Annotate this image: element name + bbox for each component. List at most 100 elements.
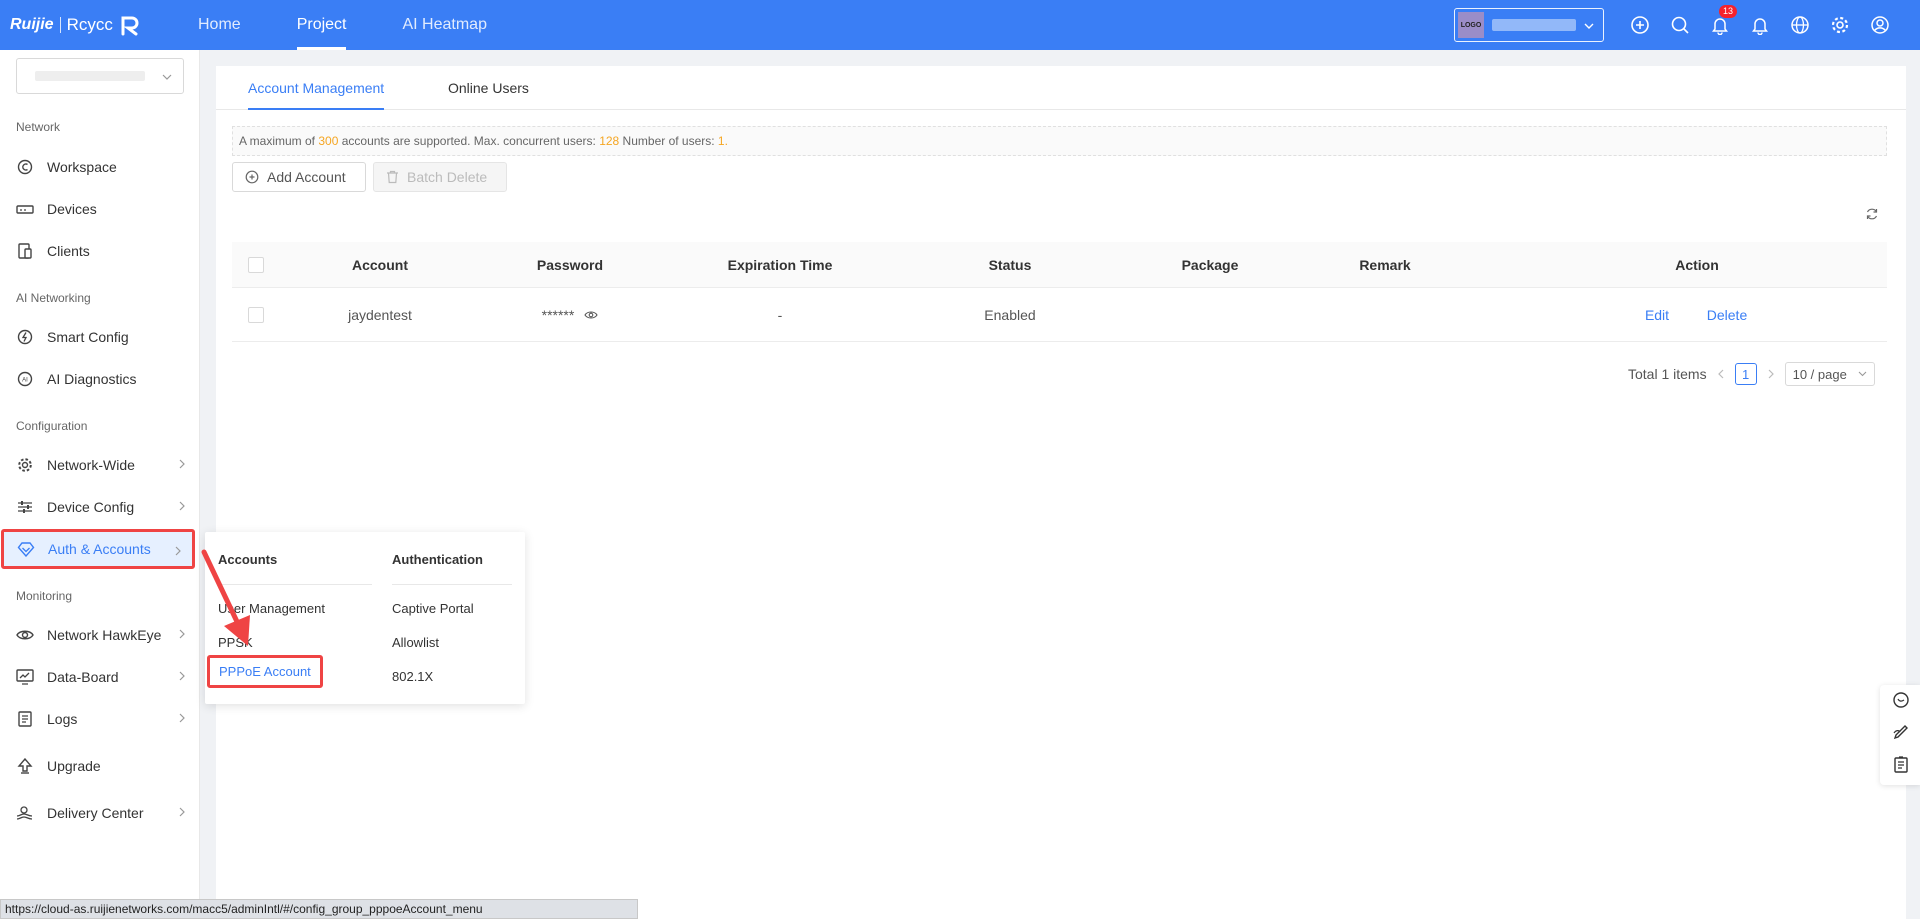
upgrade-icon <box>16 757 34 775</box>
nav-home[interactable]: Home <box>170 0 269 50</box>
clipboard-icon[interactable] <box>1892 755 1910 773</box>
page-size-select[interactable]: 10 / page <box>1784 362 1875 386</box>
add-icon[interactable] <box>1628 13 1652 37</box>
sidebar-item-auth-accounts[interactable]: Auth & Accounts <box>1 529 195 569</box>
header-icons: 13 <box>1628 5 1892 37</box>
browser-status-url: https://cloud-as.ruijienetworks.com/macc… <box>0 899 638 919</box>
col-account[interactable]: Account <box>280 242 480 287</box>
edit-link[interactable]: Edit <box>1645 307 1669 323</box>
menu-captive-portal[interactable]: Captive Portal <box>392 601 474 616</box>
notice-text: A maximum of <box>239 134 319 148</box>
sidebar-item-workspace[interactable]: Workspace <box>0 147 196 187</box>
sidebar-item-delivery-center[interactable]: Delivery Center <box>0 793 196 833</box>
select-all-checkbox[interactable] <box>248 256 264 273</box>
sidebar-item-device-config[interactable]: Device Config <box>0 487 196 527</box>
row-select-cell <box>232 288 280 341</box>
brand-name: Ruijie <box>10 16 54 33</box>
chat-icon[interactable] <box>1892 691 1910 709</box>
dashboard-icon <box>16 668 34 686</box>
feedback-icon[interactable] <box>1892 723 1910 741</box>
col-status: Status <box>988 256 1032 273</box>
sidebar-item-network-wide[interactable]: Network-Wide <box>0 445 196 485</box>
masked-password: ****** <box>541 306 575 323</box>
notification-badge: 13 <box>1719 5 1738 18</box>
menu-802-1x[interactable]: 802.1X <box>392 669 433 684</box>
menu-allowlist[interactable]: Allowlist <box>392 635 439 650</box>
col-password: Password <box>536 256 604 273</box>
sidebar-item-label: Logs <box>47 711 78 727</box>
section-configuration: Configuration <box>16 419 88 433</box>
tab-bar: Account Management Online Users <box>216 66 1906 110</box>
globe-icon[interactable] <box>1788 13 1812 37</box>
chevron-down-icon <box>161 71 173 83</box>
sidebar: Network Workspace Devices Clients AI Net… <box>0 50 200 919</box>
sidebar-item-devices[interactable]: Devices <box>0 189 196 229</box>
prev-page-icon[interactable] <box>1717 369 1725 379</box>
sidebar-item-label: Auth & Accounts <box>48 541 151 557</box>
chevron-down-icon <box>1583 20 1595 32</box>
cell-action-edit: Edit <box>1622 288 1692 341</box>
sidebar-item-label: Workspace <box>47 159 117 175</box>
sidebar-item-label: AI Diagnostics <box>47 371 137 387</box>
brand-divider <box>59 17 61 33</box>
next-page-icon[interactable] <box>1767 369 1775 379</box>
cell-remark <box>1300 288 1470 341</box>
notice-period: . <box>724 134 728 148</box>
svg-text:AI: AI <box>22 378 28 384</box>
delete-link[interactable]: Delete <box>1707 307 1747 323</box>
chevron-right-icon <box>178 629 186 639</box>
sidebar-item-label: Upgrade <box>47 758 101 774</box>
chevron-right-icon <box>174 546 182 556</box>
sidebar-item-label: Smart Config <box>47 329 129 345</box>
eye-icon <box>16 626 34 644</box>
col-package: Package <box>1181 256 1239 273</box>
sidebar-item-clients[interactable]: Clients <box>0 231 196 271</box>
col-expiration-time[interactable]: Expiration Time <box>660 242 900 287</box>
tab-online-users[interactable]: Online Users <box>448 66 529 110</box>
brand-logo[interactable]: Ruijie Rcycc <box>10 12 143 38</box>
sidebar-item-label: Clients <box>47 243 90 259</box>
users-count-value: 1 <box>717 134 725 148</box>
chevron-right-icon <box>178 713 186 723</box>
nav-ai-heatmap[interactable]: AI Heatmap <box>374 0 514 50</box>
user-account-icon[interactable] <box>1868 13 1892 37</box>
notification-bell-icon[interactable]: 13 <box>1708 5 1738 37</box>
alert-bell-icon[interactable] <box>1748 13 1772 37</box>
tenant-logo: LOGO <box>1458 12 1484 38</box>
sidebar-item-label: Network HawkEye <box>47 627 162 643</box>
sidebar-item-data-board[interactable]: Data-Board <box>0 657 196 697</box>
sidebar-item-smart-config[interactable]: Smart Config <box>0 317 196 357</box>
chevron-right-icon <box>178 807 186 817</box>
sidebar-item-ai-diagnostics[interactable]: AI AI Diagnostics <box>0 359 196 399</box>
col-remark: Remark <box>1359 256 1411 273</box>
trash-icon <box>386 170 399 184</box>
add-account-button[interactable]: Add Account <box>232 162 366 192</box>
eye-icon[interactable] <box>584 310 598 320</box>
row-checkbox[interactable] <box>248 306 264 323</box>
page-size-value: 10 / page <box>1792 366 1847 382</box>
project-selector[interactable] <box>16 58 184 94</box>
table-header: Account Password Expiration Time Status … <box>232 242 1887 288</box>
notice-text: Number of users: <box>619 134 718 148</box>
add-account-label: Add Account <box>267 169 346 185</box>
tab-account-management[interactable]: Account Management <box>248 66 385 110</box>
brand-sub: Rcycc <box>66 15 113 34</box>
brand-mark-icon <box>119 13 143 37</box>
sidebar-item-logs[interactable]: Logs <box>0 699 196 739</box>
search-icon[interactable] <box>1668 13 1692 37</box>
sidebar-item-network-hawkeye[interactable]: Network HawkEye <box>0 615 196 655</box>
select-all-cell <box>232 242 280 287</box>
menu-pppoe-account[interactable]: PPPoE Account <box>207 655 323 688</box>
settings-gear-icon[interactable] <box>1828 13 1852 37</box>
sidebar-item-upgrade[interactable]: Upgrade <box>0 746 196 786</box>
clients-icon <box>16 242 34 260</box>
page-number[interactable]: 1 <box>1734 363 1757 385</box>
tenant-selector[interactable]: LOGO <box>1454 8 1604 42</box>
refresh-icon[interactable] <box>1865 207 1879 221</box>
sidebar-item-label: Network-Wide <box>47 457 135 473</box>
nav-project[interactable]: Project <box>269 0 375 50</box>
divider <box>392 584 512 585</box>
max-accounts-value: 300 <box>318 134 339 148</box>
batch-delete-button[interactable]: Batch Delete <box>373 162 507 192</box>
cell-status: Enabled <box>984 306 1036 323</box>
